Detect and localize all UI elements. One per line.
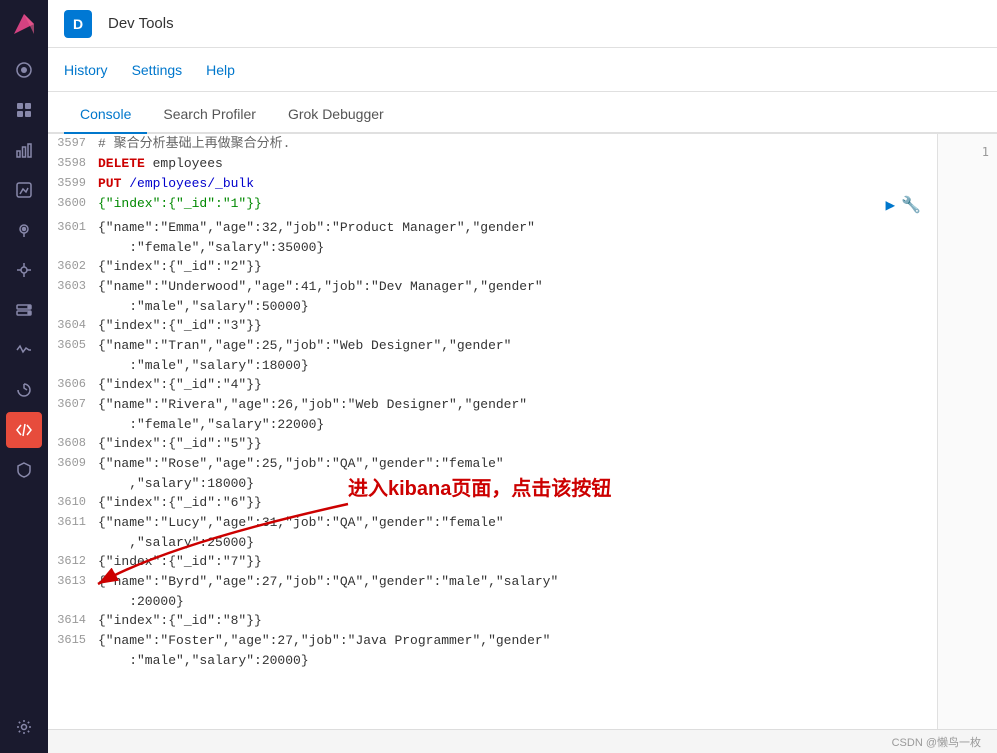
table-row: 3601 {"name":"Emma","age":32,"job":"Prod… [48, 218, 937, 257]
sidebar-item-canvas[interactable] [6, 172, 42, 208]
sidebar-item-management[interactable] [6, 709, 42, 745]
sidebar-item-uptime[interactable] [6, 372, 42, 408]
topbar: D Dev Tools [48, 0, 997, 48]
app-title: Dev Tools [108, 15, 174, 32]
table-row: 3614 {"index":{"_id":"8"}} [48, 611, 937, 631]
table-row: 3611 {"name":"Lucy","age":31,"job":"QA",… [48, 513, 937, 552]
sidebar-item-maps[interactable] [6, 212, 42, 248]
table-row: 3612 {"index":{"_id":"7"}} [48, 552, 937, 572]
right-gutter: 1 [937, 134, 997, 729]
table-row: 3604 {"index":{"_id":"3"}} [48, 316, 937, 336]
table-row: 3605 {"name":"Tran","age":25,"job":"Web … [48, 336, 937, 375]
code-lines: 3597 # 聚合分析基础上再做聚合分析. 3598 DELETE employ… [48, 134, 937, 670]
table-row: 3608 {"index":{"_id":"5"}} [48, 434, 937, 454]
run-icon[interactable]: ▶ [885, 194, 895, 218]
sidebar-item-ml[interactable] [6, 252, 42, 288]
table-row: 3600 {"index":{"_id":"1"}} ▶ 🔧 [48, 194, 937, 218]
tab-console[interactable]: Console [64, 96, 147, 134]
watermark: CSDN @懒鸟一枚 [892, 734, 981, 750]
main-content: D Dev Tools History Settings Help Consol… [48, 0, 997, 753]
editor-area: 3597 # 聚合分析基础上再做聚合分析. 3598 DELETE employ… [48, 134, 997, 729]
sidebar-item-security[interactable] [6, 452, 42, 488]
sidebar-item-visualize[interactable] [6, 132, 42, 168]
sidebar [0, 0, 48, 753]
tabs-bar: Console Search Profiler Grok Debugger [48, 92, 997, 134]
sidebar-item-devtools[interactable] [6, 412, 42, 448]
table-row: 3615 {"name":"Foster","age":27,"job":"Ja… [48, 631, 937, 670]
wrench-icon[interactable]: 🔧 [901, 194, 921, 218]
action-icons: ▶ 🔧 [885, 194, 929, 218]
nav-settings[interactable]: Settings [132, 58, 183, 82]
sidebar-item-dashboard[interactable] [6, 92, 42, 128]
table-row: 3603 {"name":"Underwood","age":41,"job":… [48, 277, 937, 316]
sidebar-item-discover[interactable] [6, 52, 42, 88]
table-row: 3610 {"index":{"_id":"6"}} [48, 493, 937, 513]
table-row: 3602 {"index":{"_id":"2"}} [48, 257, 937, 277]
table-row: 3613 {"name":"Byrd","age":27,"job":"QA",… [48, 572, 937, 611]
tab-search-profiler[interactable]: Search Profiler [147, 96, 272, 134]
table-row: 3597 # 聚合分析基础上再做聚合分析. [48, 134, 937, 154]
code-panel[interactable]: 3597 # 聚合分析基础上再做聚合分析. 3598 DELETE employ… [48, 134, 937, 729]
app-icon: D [64, 10, 92, 38]
navbar: History Settings Help [48, 48, 997, 92]
nav-history[interactable]: History [64, 58, 108, 82]
table-row: 3606 {"index":{"_id":"4"}} [48, 375, 937, 395]
footer: CSDN @懒鸟一枚 [48, 729, 997, 753]
nav-help[interactable]: Help [206, 58, 235, 82]
sidebar-item-infra[interactable] [6, 292, 42, 328]
table-row: 3598 DELETE employees [48, 154, 937, 174]
table-row: 3607 {"name":"Rivera","age":26,"job":"We… [48, 395, 937, 434]
table-row: 3609 {"name":"Rose","age":25,"job":"QA",… [48, 454, 937, 493]
table-row: 3599 PUT /employees/_bulk [48, 174, 937, 194]
kibana-logo [8, 8, 40, 40]
tab-grok-debugger[interactable]: Grok Debugger [272, 96, 400, 134]
sidebar-item-apm[interactable] [6, 332, 42, 368]
gutter-line-1: 1 [938, 142, 997, 162]
